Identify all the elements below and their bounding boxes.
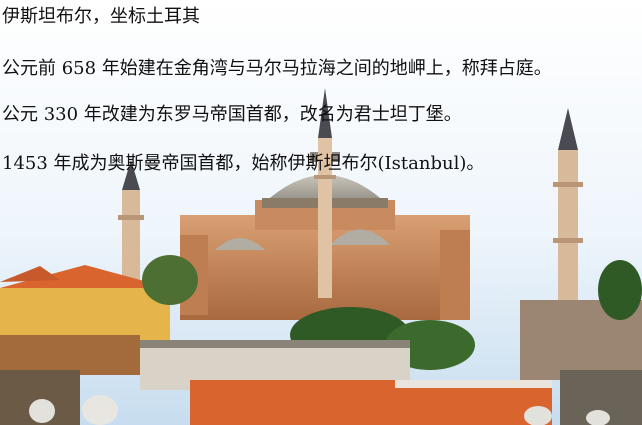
caption-location: 伊斯坦布尔，坐标土耳其 xyxy=(2,6,200,27)
photo-stage: 伊斯坦布尔，坐标土耳其 公元前 658 年始建在金角湾与马尔马拉海之间的地岬上，… xyxy=(0,0,642,425)
caption-founding: 公元前 658 年始建在金角湾与马尔马拉海之间的地岬上，称拜占庭。 xyxy=(2,58,552,79)
caption-constantinople: 公元 330 年改建为东罗马帝国首都，改名为君士坦丁堡。 xyxy=(2,104,462,125)
caption-ottoman: 1453 年成为奥斯曼帝国首都，始称伊斯坦布尔(Istanbul)。 xyxy=(2,153,485,174)
